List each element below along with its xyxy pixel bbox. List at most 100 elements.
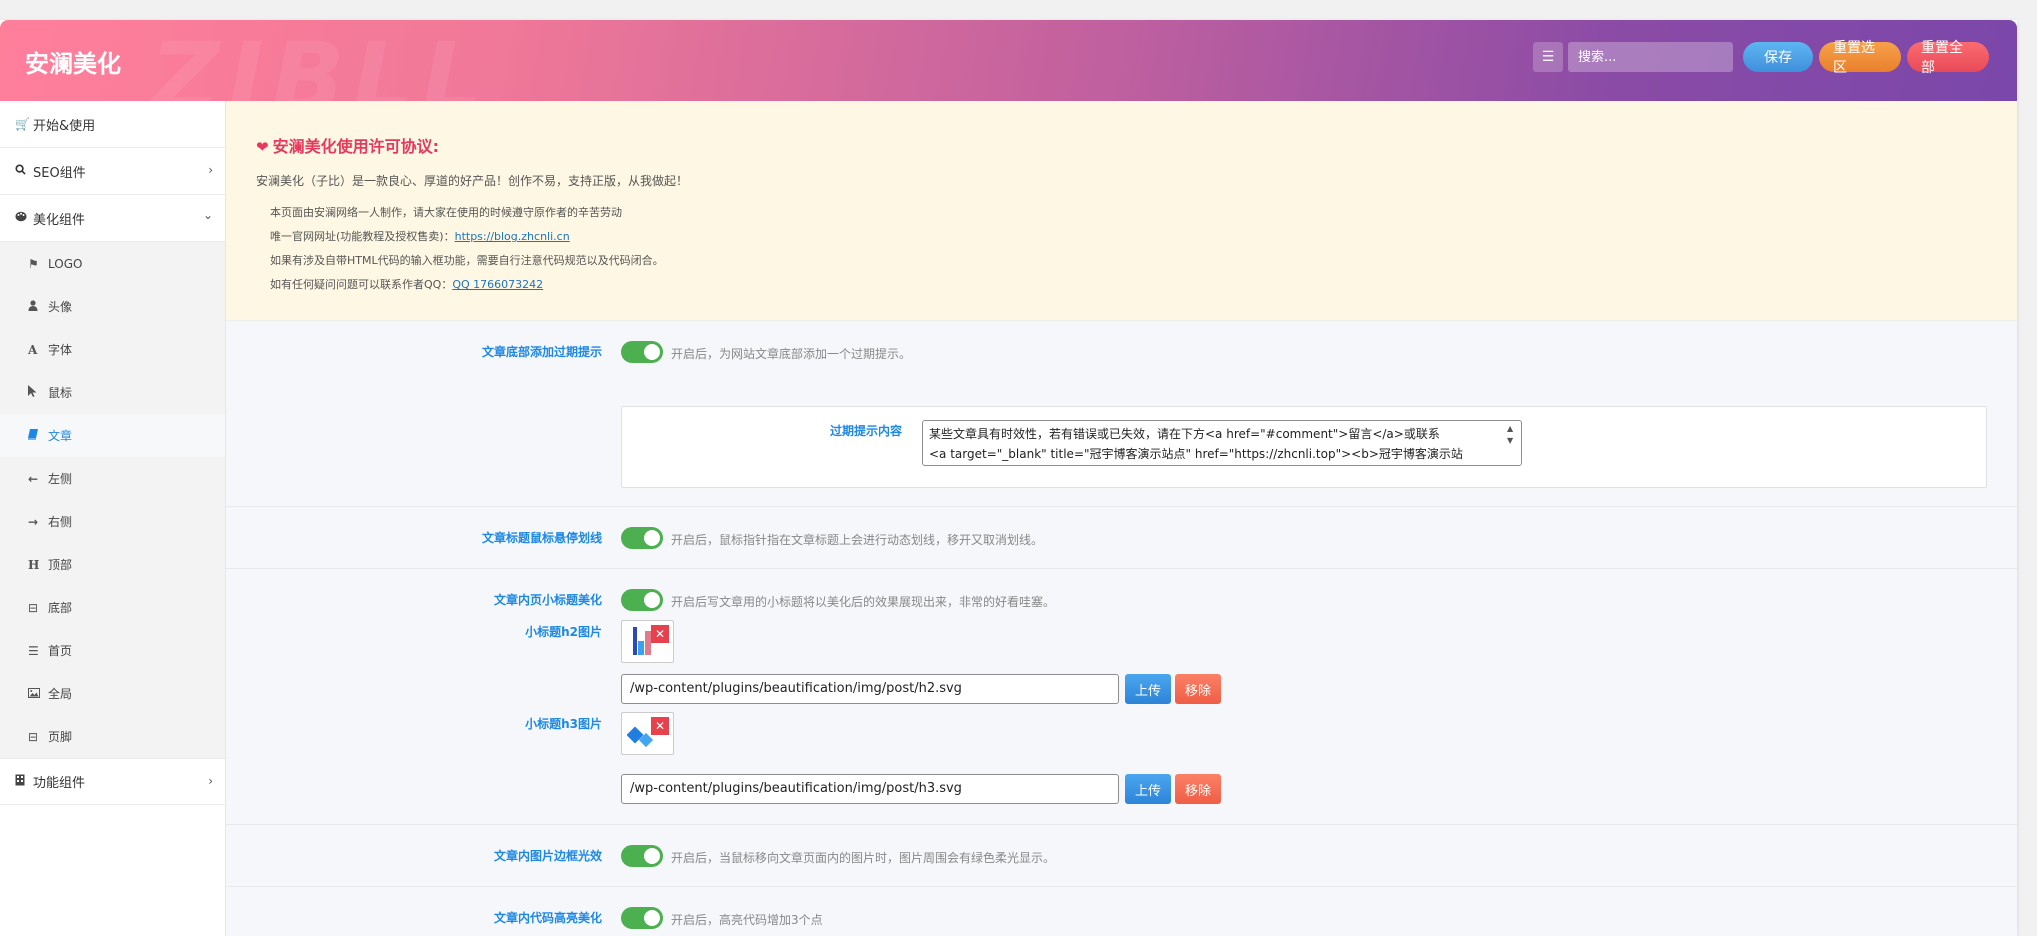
header-watermark: ZIBLL <box>150 22 491 101</box>
h2-path-input[interactable]: /wp-content/plugins/beautification/img/p… <box>621 674 1119 704</box>
book-icon <box>28 428 48 443</box>
sidebar-item-footer[interactable]: ⊟ 页脚 <box>0 715 225 758</box>
reset-all-button[interactable]: 重置全部 <box>1907 40 1989 76</box>
sidebar-item-left[interactable]: ← 左侧 <box>0 457 225 500</box>
sidebar-item-font[interactable]: A 字体 <box>0 328 225 371</box>
setting-label: 文章内页小标题美化 <box>493 593 602 607</box>
sidebar-item-right[interactable]: → 右侧 <box>0 500 225 543</box>
chevron-right-icon: › <box>208 774 213 788</box>
h2-image-label: 小标题h2图片 <box>525 625 602 639</box>
app-window: ZIBLL 安澜美化 ☰ 保存 重置选区 重置全部 🛒 开始&使用 SEO组件 … <box>0 20 2017 936</box>
sidebar-item-avatar[interactable]: 头像 <box>0 285 225 328</box>
sidebar-item-label: 底部 <box>48 601 73 615</box>
h2-remove-button[interactable]: 移除 <box>1175 674 1221 704</box>
sidebar-item-label: 鼠标 <box>48 386 73 400</box>
chevron-down-icon: ⌄ <box>202 208 213 222</box>
sidebar-item-label: LOGO <box>48 256 83 271</box>
sidebar-item-label: 美化组件 <box>33 212 86 228</box>
sidebar-item-function[interactable]: 功能组件 › <box>0 758 225 805</box>
setting-sub-label: 过期提示内容 <box>829 424 902 438</box>
search-input[interactable] <box>1568 42 1733 72</box>
sidebar-item-label: 页脚 <box>48 730 73 744</box>
setting-title-hover: 文章标题鼠标悬停划线 开启后，鼠标指针指在文章标题上会进行动态划线，移开又取消划… <box>226 507 2017 569</box>
sidebar-item-cursor[interactable]: 鼠标 <box>0 371 225 414</box>
setting-label: 文章标题鼠标悬停划线 <box>481 531 602 545</box>
setting-desc: 开启后，为网站文章底部添加一个过期提示。 <box>671 347 912 361</box>
license-line: 唯一官网网址(功能教程及授权售卖)：https://blog.zhcnli.cn <box>256 225 1987 249</box>
arrow-right-icon: → <box>28 514 39 529</box>
expire-toggle[interactable] <box>621 341 663 363</box>
sidebar-item-label: 顶部 <box>48 558 73 572</box>
font-icon: A <box>28 342 38 357</box>
sidebar-item-label: 功能组件 <box>33 776 86 791</box>
list-icon: ☰ <box>1541 49 1555 65</box>
header-bar: ZIBLL 安澜美化 ☰ 保存 重置选区 重置全部 <box>0 20 2017 101</box>
cursor-icon <box>28 385 48 400</box>
sidebar-item-start[interactable]: 🛒 开始&使用 <box>0 101 225 148</box>
h2-upload-button[interactable]: 上传 <box>1125 674 1171 704</box>
title-hover-toggle[interactable] <box>621 527 663 549</box>
remove-image-icon[interactable]: ✕ <box>651 717 669 735</box>
sidebar: 🛒 开始&使用 SEO组件 › 美化组件 ⌄ ⚑ LOGO 头像 A 字体 鼠标… <box>0 101 226 936</box>
building-icon <box>15 774 33 789</box>
img-glow-toggle[interactable] <box>621 845 663 867</box>
sidebar-item-home[interactable]: ☰ 首页 <box>0 629 225 672</box>
setting-label: 文章底部添加过期提示 <box>481 345 602 359</box>
setting-desc: 开启后，高亮代码增加3个点 <box>671 913 823 927</box>
sidebar-item-global[interactable]: 全局 <box>0 672 225 715</box>
license-line-prefix: 唯一官网网址(功能教程及授权售卖)： <box>270 230 455 243</box>
sidebar-item-bottom[interactable]: ⊟ 底部 <box>0 586 225 629</box>
sidebar-item-label: 头像 <box>48 300 73 314</box>
textarea-scroll-arrows[interactable]: ▲ ▼ <box>1507 423 1513 447</box>
list-icon: ☰ <box>28 643 39 658</box>
sidebar-item-label: 全局 <box>48 687 73 701</box>
license-title: ❤ 安澜美化使用许可协议: <box>256 133 1987 157</box>
heading-icon: H <box>28 557 40 572</box>
reset-section-button[interactable]: 重置选区 <box>1819 40 1901 76</box>
setting-subtitle: 文章内页小标题美化 开启后写文章用的小标题将以美化后的效果展现出来，非常的好看哇… <box>226 569 2017 825</box>
h2-image-preview: ✕ <box>621 620 674 663</box>
remove-image-icon[interactable]: ✕ <box>651 625 669 643</box>
setting-desc: 开启后写文章用的小标题将以美化后的效果展现出来，非常的好看哇塞。 <box>671 595 1056 609</box>
h3-upload-button[interactable]: 上传 <box>1125 774 1171 804</box>
header-tools: ☰ 保存 重置选区 重置全部 <box>1533 40 1989 76</box>
license-notice: ❤ 安澜美化使用许可协议: 安澜美化（子比）是一款良心、厚道的好产品！创作不易，支… <box>226 101 2017 321</box>
sidebar-item-seo[interactable]: SEO组件 › <box>0 148 225 195</box>
arrow-left-icon: ← <box>28 471 39 486</box>
setting-label: 文章内代码高亮美化 <box>493 911 602 925</box>
sidebar-item-label: SEO组件 <box>33 165 86 181</box>
sidebar-item-beautify[interactable]: 美化组件 ⌄ <box>0 195 225 242</box>
author-qq-link[interactable]: QQ 1766073242 <box>452 278 543 291</box>
h3-image-preview: ✕ <box>621 712 674 755</box>
expire-content-textarea[interactable]: 某些文章具有时效性，若有错误或已失效，请在下方<a href="#comment… <box>922 420 1522 466</box>
subtitle-toggle[interactable] <box>621 589 663 611</box>
search-icon <box>15 164 33 178</box>
sidebar-item-label: 左侧 <box>48 472 73 486</box>
brand-title: 安澜美化 <box>25 50 121 78</box>
code-toggle[interactable] <box>621 907 663 929</box>
sidebar-item-label: 字体 <box>48 343 73 357</box>
license-intro: 安澜美化（子比）是一款良心、厚道的好产品！创作不易，支持正版，从我做起！ <box>256 174 689 188</box>
sidebar-item-top[interactable]: H 顶部 <box>0 543 225 586</box>
h3-remove-button[interactable]: 移除 <box>1175 774 1221 804</box>
official-site-link[interactable]: https://blog.zhcnli.cn <box>455 230 570 243</box>
flag-icon: ⚑ <box>28 256 39 271</box>
setting-code: 文章内代码高亮美化 开启后，高亮代码增加3个点 <box>226 887 2017 936</box>
sidebar-item-label: 开始&使用 <box>33 118 96 134</box>
main-content: ❤ 安澜美化使用许可协议: 安澜美化（子比）是一款良心、厚道的好产品！创作不易，支… <box>226 101 2017 936</box>
sidebar-item-label: 首页 <box>48 644 73 658</box>
sidebar-item-logo[interactable]: ⚑ LOGO <box>0 242 225 285</box>
setting-expire: 文章底部添加过期提示 开启后，为网站文章底部添加一个过期提示。 过期提示内容 某… <box>226 321 2017 507</box>
save-button[interactable]: 保存 <box>1743 42 1813 72</box>
expand-menu-button[interactable]: ☰ <box>1533 42 1563 72</box>
setting-img-glow: 文章内图片边框光效 开启后，当鼠标移向文章页面内的图片时，图片周围会有绿色柔光显… <box>226 825 2017 887</box>
setting-desc: 开启后，鼠标指针指在文章标题上会进行动态划线，移开又取消划线。 <box>671 533 1044 547</box>
expire-content-box: 过期提示内容 某些文章具有时效性，若有错误或已失效，请在下方<a href="#… <box>621 406 1987 488</box>
license-line: 本页面由安澜网络一人制作，请大家在使用的时候遵守原作者的辛苦劳动 <box>270 206 622 219</box>
setting-desc: 开启后，当鼠标移向文章页面内的图片时，图片周围会有绿色柔光显示。 <box>671 851 1056 865</box>
cart-icon: 🛒 <box>15 117 30 131</box>
square-minus-icon: ⊟ <box>28 600 39 615</box>
sidebar-submenu: ⚑ LOGO 头像 A 字体 鼠标 文章 ← 左侧 → 右侧 H 顶部 ⊟ 底部… <box>0 242 225 758</box>
sidebar-item-article[interactable]: 文章 <box>0 414 225 457</box>
h3-path-input[interactable]: /wp-content/plugins/beautification/img/p… <box>621 774 1119 804</box>
